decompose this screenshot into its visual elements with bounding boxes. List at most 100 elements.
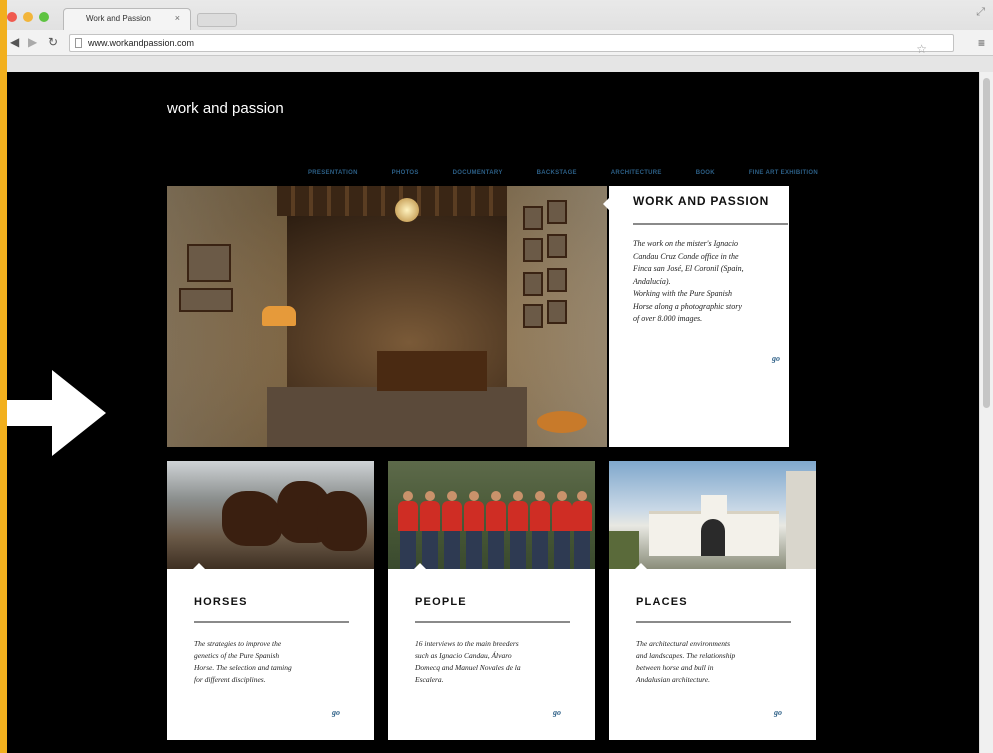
address-bar[interactable]: www.workandpassion.com ☆ (69, 34, 954, 56)
photo-floor (267, 387, 527, 447)
description-line: Finca san José, El Coronil (Spain, (633, 264, 744, 273)
photo-person (464, 491, 484, 569)
yellow-side-bar (0, 0, 7, 753)
photo-picture-frame (547, 268, 567, 292)
card-horses[interactable]: HORSES The strategies to improve the gen… (167, 461, 374, 740)
browser-toolbar: ◀ ▶ ↻ www.workandpassion.com ☆ ≡ (7, 30, 993, 56)
horses-photo[interactable] (167, 461, 374, 569)
title-divider (194, 621, 349, 623)
card-places[interactable]: PLACES The architectural environments an… (609, 461, 816, 740)
description-line: Andalucía). (633, 276, 671, 286)
hero-go-link[interactable]: go (772, 354, 780, 363)
photo-picture-frame (187, 244, 231, 282)
menu-item-presentation[interactable]: PRESENTATION (308, 170, 358, 176)
star-icon[interactable]: ☆ (916, 42, 927, 56)
arrow-right-icon (0, 370, 106, 456)
url-text[interactable]: www.workandpassion.com (88, 38, 194, 48)
card-notch (635, 563, 647, 569)
photo-chandelier (395, 198, 419, 222)
photo-picture-frame (547, 234, 567, 258)
people-go-link[interactable]: go (553, 708, 561, 717)
resize-icon[interactable]: ⤢ (976, 6, 985, 19)
hero-card-title: WORK AND PASSION (633, 194, 770, 208)
photo-person (508, 491, 528, 569)
reload-icon[interactable]: ↻ (48, 35, 58, 49)
title-divider (636, 621, 791, 623)
photo-person (552, 491, 572, 569)
menu-item-documentary[interactable]: DOCUMENTARY (453, 170, 503, 176)
tab-close-icon[interactable]: × (175, 13, 180, 23)
photo-desk (377, 351, 487, 391)
card-title: PLACES (636, 596, 688, 608)
places-go-link[interactable]: go (774, 708, 782, 717)
description-line: such as Ignacio Candau, Álvaro (415, 651, 512, 660)
people-photo[interactable] (388, 461, 595, 569)
photo-person (530, 491, 550, 569)
photo-picture-frame (523, 272, 543, 296)
photo-hat (537, 411, 587, 433)
description-line: Andalusian architecture. (636, 675, 711, 684)
site-title[interactable]: work and passion (167, 100, 284, 117)
photo-picture-frame (179, 288, 233, 312)
photo-person (572, 491, 592, 569)
description-line: for different disciplines. (194, 675, 266, 684)
description-line: Escalera. (415, 675, 444, 684)
browser-chrome: Work and Passion × ⤢ ◀ ▶ ↻ www.workandpa… (7, 0, 993, 72)
browser-tab[interactable]: Work and Passion × (63, 8, 191, 30)
photo-picture-frame (523, 206, 543, 230)
menu-item-architecture[interactable]: ARCHITECTURE (611, 170, 662, 176)
minimize-window-button[interactable] (23, 12, 33, 22)
menu-item-book[interactable]: BOOK (696, 170, 715, 176)
description-line: The strategies to improve the (194, 639, 282, 648)
page-icon (75, 38, 82, 48)
photo-arch-door (701, 519, 725, 556)
hero-card-description: The work on the mister's Ignacio Candau … (633, 238, 783, 326)
description-line: Working with the Pure Spanish (633, 289, 732, 298)
description-line: 16 interviews to the main breeders (415, 639, 519, 648)
places-photo[interactable] (609, 461, 816, 569)
photo-lamp (262, 306, 296, 326)
photo-ceiling-beams (277, 186, 507, 216)
description-line: The work on the mister's Ignacio (633, 239, 739, 248)
photo-picture-frame (547, 200, 567, 224)
description-line: Horse. The selection and taming (194, 663, 292, 672)
description-line: between horse and bull in (636, 663, 714, 672)
photo-horse (222, 491, 282, 546)
card-people[interactable]: PEOPLE 16 interviews to the main breeder… (388, 461, 595, 740)
new-tab-button[interactable] (197, 13, 237, 27)
photo-picture-frame (523, 238, 543, 262)
menu-item-fine-art-exhibition[interactable]: FINE ART EXHIBITION (749, 170, 818, 176)
tab-strip: Work and Passion × ⤢ (7, 0, 993, 30)
card-pointer (603, 198, 609, 210)
description-line: The architectural environments (636, 639, 731, 648)
back-icon[interactable]: ◀ (10, 35, 19, 49)
card-description: 16 interviews to the main breeders such … (415, 638, 575, 686)
zoom-window-button[interactable] (39, 12, 49, 22)
hero-office-photo[interactable] (167, 186, 607, 447)
photo-person (442, 491, 462, 569)
description-line: Horse along a photographic story (633, 301, 742, 311)
card-notch (414, 563, 426, 569)
card-title: PEOPLE (415, 596, 467, 608)
horses-go-link[interactable]: go (332, 708, 340, 717)
description-line: genetics of the Pure Spanish (194, 651, 280, 660)
description-line: Candau Cruz Conde office in the (633, 251, 739, 261)
photo-picture-frame (523, 304, 543, 328)
title-divider (415, 621, 570, 623)
photo-wall (786, 471, 816, 569)
photo-horse (317, 491, 367, 551)
menu-item-backstage[interactable]: BACKSTAGE (537, 170, 577, 176)
menu-icon[interactable]: ≡ (978, 36, 985, 50)
hero-card: WORK AND PASSION The work on the mister'… (603, 186, 789, 447)
card-description: The architectural environments and lands… (636, 638, 796, 686)
vertical-scrollbar[interactable] (979, 72, 993, 753)
photo-building-top (701, 495, 727, 515)
forward-icon[interactable]: ▶ (28, 35, 37, 49)
photo-person (420, 491, 440, 569)
description-line: of over 8.000 images. (633, 314, 703, 323)
description-line: Domecq and Manuel Novales de la (415, 663, 521, 672)
card-title: HORSES (194, 596, 248, 608)
menu-item-photos[interactable]: PHOTOS (392, 170, 419, 176)
close-window-button[interactable] (7, 12, 17, 22)
scrollbar-thumb[interactable] (983, 78, 990, 408)
